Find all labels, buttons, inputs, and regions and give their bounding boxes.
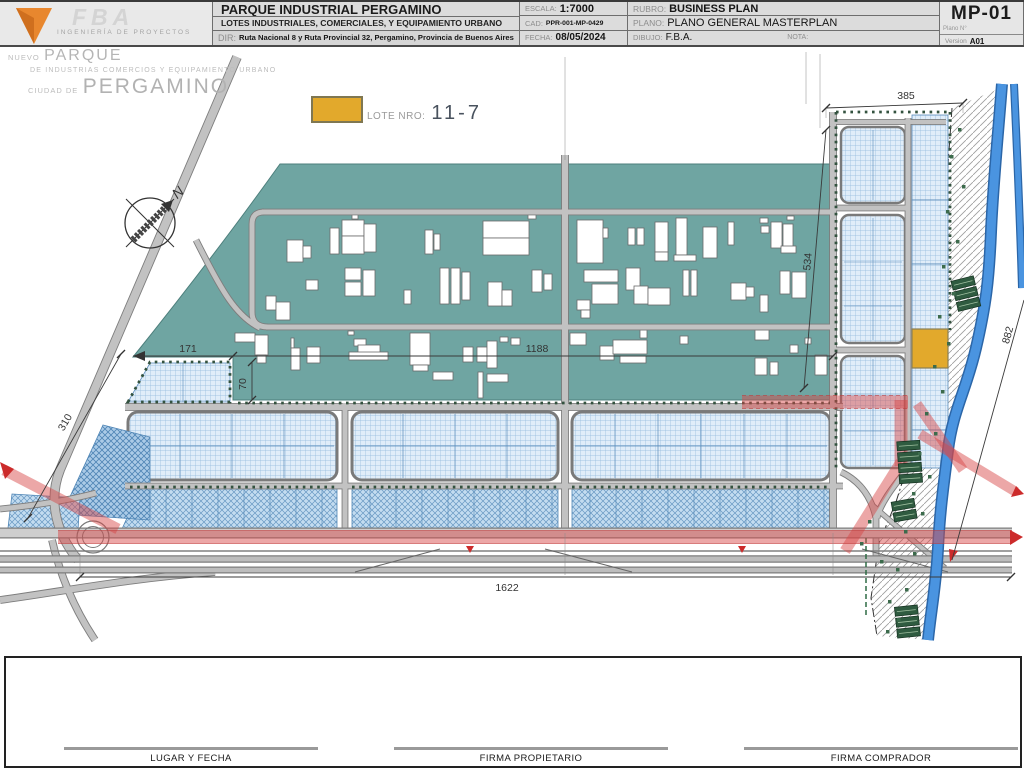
escala-value: 1:7000	[559, 2, 594, 15]
masterplan-drawing: 385 534 882 171 70 1188 310 1622 N	[0, 52, 1024, 643]
project-address-row: DIR: Ruta Nacional 8 y Ruta Provincial 3…	[213, 30, 519, 45]
header-line3-prefix: CIUDAD DE	[28, 86, 79, 95]
version-label: Version	[945, 37, 967, 45]
fecha-label: FECHA:	[525, 33, 553, 43]
sheet-number-cell: MP-01 Plano N° Version A01	[940, 2, 1024, 47]
plano-value: PLANO GENERAL MASTERPLAN	[667, 17, 838, 30]
escala-label: ESCALA:	[525, 4, 557, 14]
signature-field: FIRMA COMPRADOR	[744, 747, 1018, 764]
cad-row: CAD: PPR-001-MP-0429	[520, 16, 627, 31]
header-line1-main: PARQUE	[44, 47, 123, 64]
project-subtitle: LOTES INDUSTRIALES, COMERCIALES, Y EQUIP…	[213, 17, 519, 31]
rubro-cell: RUBRO: BUSINESS PLAN PLANO: PLANO GENERA…	[628, 2, 940, 45]
signature-label: FIRMA COMPRADOR	[830, 753, 932, 764]
project-title-cell: PARQUE INDUSTRIAL PERGAMINO LOTES INDUST…	[213, 2, 520, 45]
dim-left-width: 171	[179, 343, 197, 355]
lot-legend-value: 11-7	[431, 102, 482, 124]
version-value: A01	[969, 36, 985, 46]
industrial-zone	[131, 163, 834, 401]
dim-main-width: 1188	[526, 343, 549, 355]
plano-row: PLANO: PLANO GENERAL MASTERPLAN	[628, 16, 939, 31]
version-row: Version A01	[940, 35, 1023, 47]
dim-right-height: 534	[801, 252, 814, 271]
header-line3-main: PERGAMINO	[82, 75, 230, 98]
signature-line	[394, 747, 668, 750]
rubro-row: RUBRO: BUSINESS PLAN	[628, 2, 939, 17]
dim-river-length: 882	[1000, 325, 1016, 345]
dibujo-nota-row: DIBUJO: F.B.A. NOTA:	[628, 31, 939, 45]
fecha-row: FECHA: 08/05/2024	[520, 31, 627, 45]
cad-label: CAD:	[525, 18, 543, 28]
scale-cell: ESCALA: 1:7000 CAD: PPR-001-MP-0429 FECH…	[520, 2, 628, 45]
signature-field: LUGAR Y FECHA	[64, 747, 318, 764]
sheet-code: MP-01	[951, 3, 1012, 24]
dibujo-value: F.B.A.	[665, 32, 693, 44]
dir-label: DIR:	[218, 32, 236, 43]
rubro-value: BUSINESS PLAN	[669, 2, 759, 15]
lot-color-swatch	[311, 96, 363, 123]
dim-bottom-width: 1622	[495, 582, 519, 594]
signature-line	[64, 747, 318, 750]
signature-field: FIRMA PROPIETARIO	[394, 747, 668, 764]
lot-legend: LOTE NRO: 11-7	[311, 96, 482, 124]
logo-tagline: INGENIERÍA DE PROYECTOS	[57, 29, 192, 36]
project-title: PARQUE INDUSTRIAL PERGAMINO	[213, 2, 519, 18]
dim-left-height: 70	[237, 378, 249, 390]
logo-company-name: FBA	[72, 4, 135, 30]
escala-row: ESCALA: 1:7000	[520, 2, 627, 17]
header-line1-prefix: NUEVO	[8, 53, 40, 62]
plano-label: PLANO:	[633, 18, 665, 29]
cad-value: PPR-001-MP-0429	[545, 19, 604, 27]
highlighted-lot-11-7	[911, 328, 949, 369]
sheet-number-label: Plano N°	[940, 25, 1023, 35]
signature-label: FIRMA PROPIETARIO	[479, 753, 583, 764]
dibujo-label: DIBUJO:	[633, 33, 663, 43]
logo-cell: FBA INGENIERÍA DE PROYECTOS	[0, 2, 213, 45]
signature-box: LUGAR Y FECHA FIRMA PROPIETARIO FIRMA CO…	[4, 656, 1022, 768]
lot-legend-label: LOTE NRO:	[367, 111, 426, 122]
rubro-label: RUBRO:	[633, 3, 667, 14]
nota-label: NOTA:	[787, 34, 809, 42]
header-line2: DE INDUSTRIAS COMERCIOS Y EQUIPAMIENTO U…	[30, 67, 277, 74]
dim-top-width: 385	[897, 90, 915, 102]
fecha-value: 08/05/2024	[555, 32, 606, 44]
title-block: FBA INGENIERÍA DE PROYECTOS PARQUE INDUS…	[0, 0, 1024, 47]
signature-label: LUGAR Y FECHA	[150, 753, 232, 764]
plan-header: NUEVO PARQUE DE INDUSTRIAS COMERCIOS Y E…	[8, 47, 288, 98]
dir-value: Ruta Nacional 8 y Ruta Provincial 32, Pe…	[239, 33, 514, 43]
company-logo-icon	[16, 8, 52, 44]
signature-line	[744, 747, 1018, 750]
